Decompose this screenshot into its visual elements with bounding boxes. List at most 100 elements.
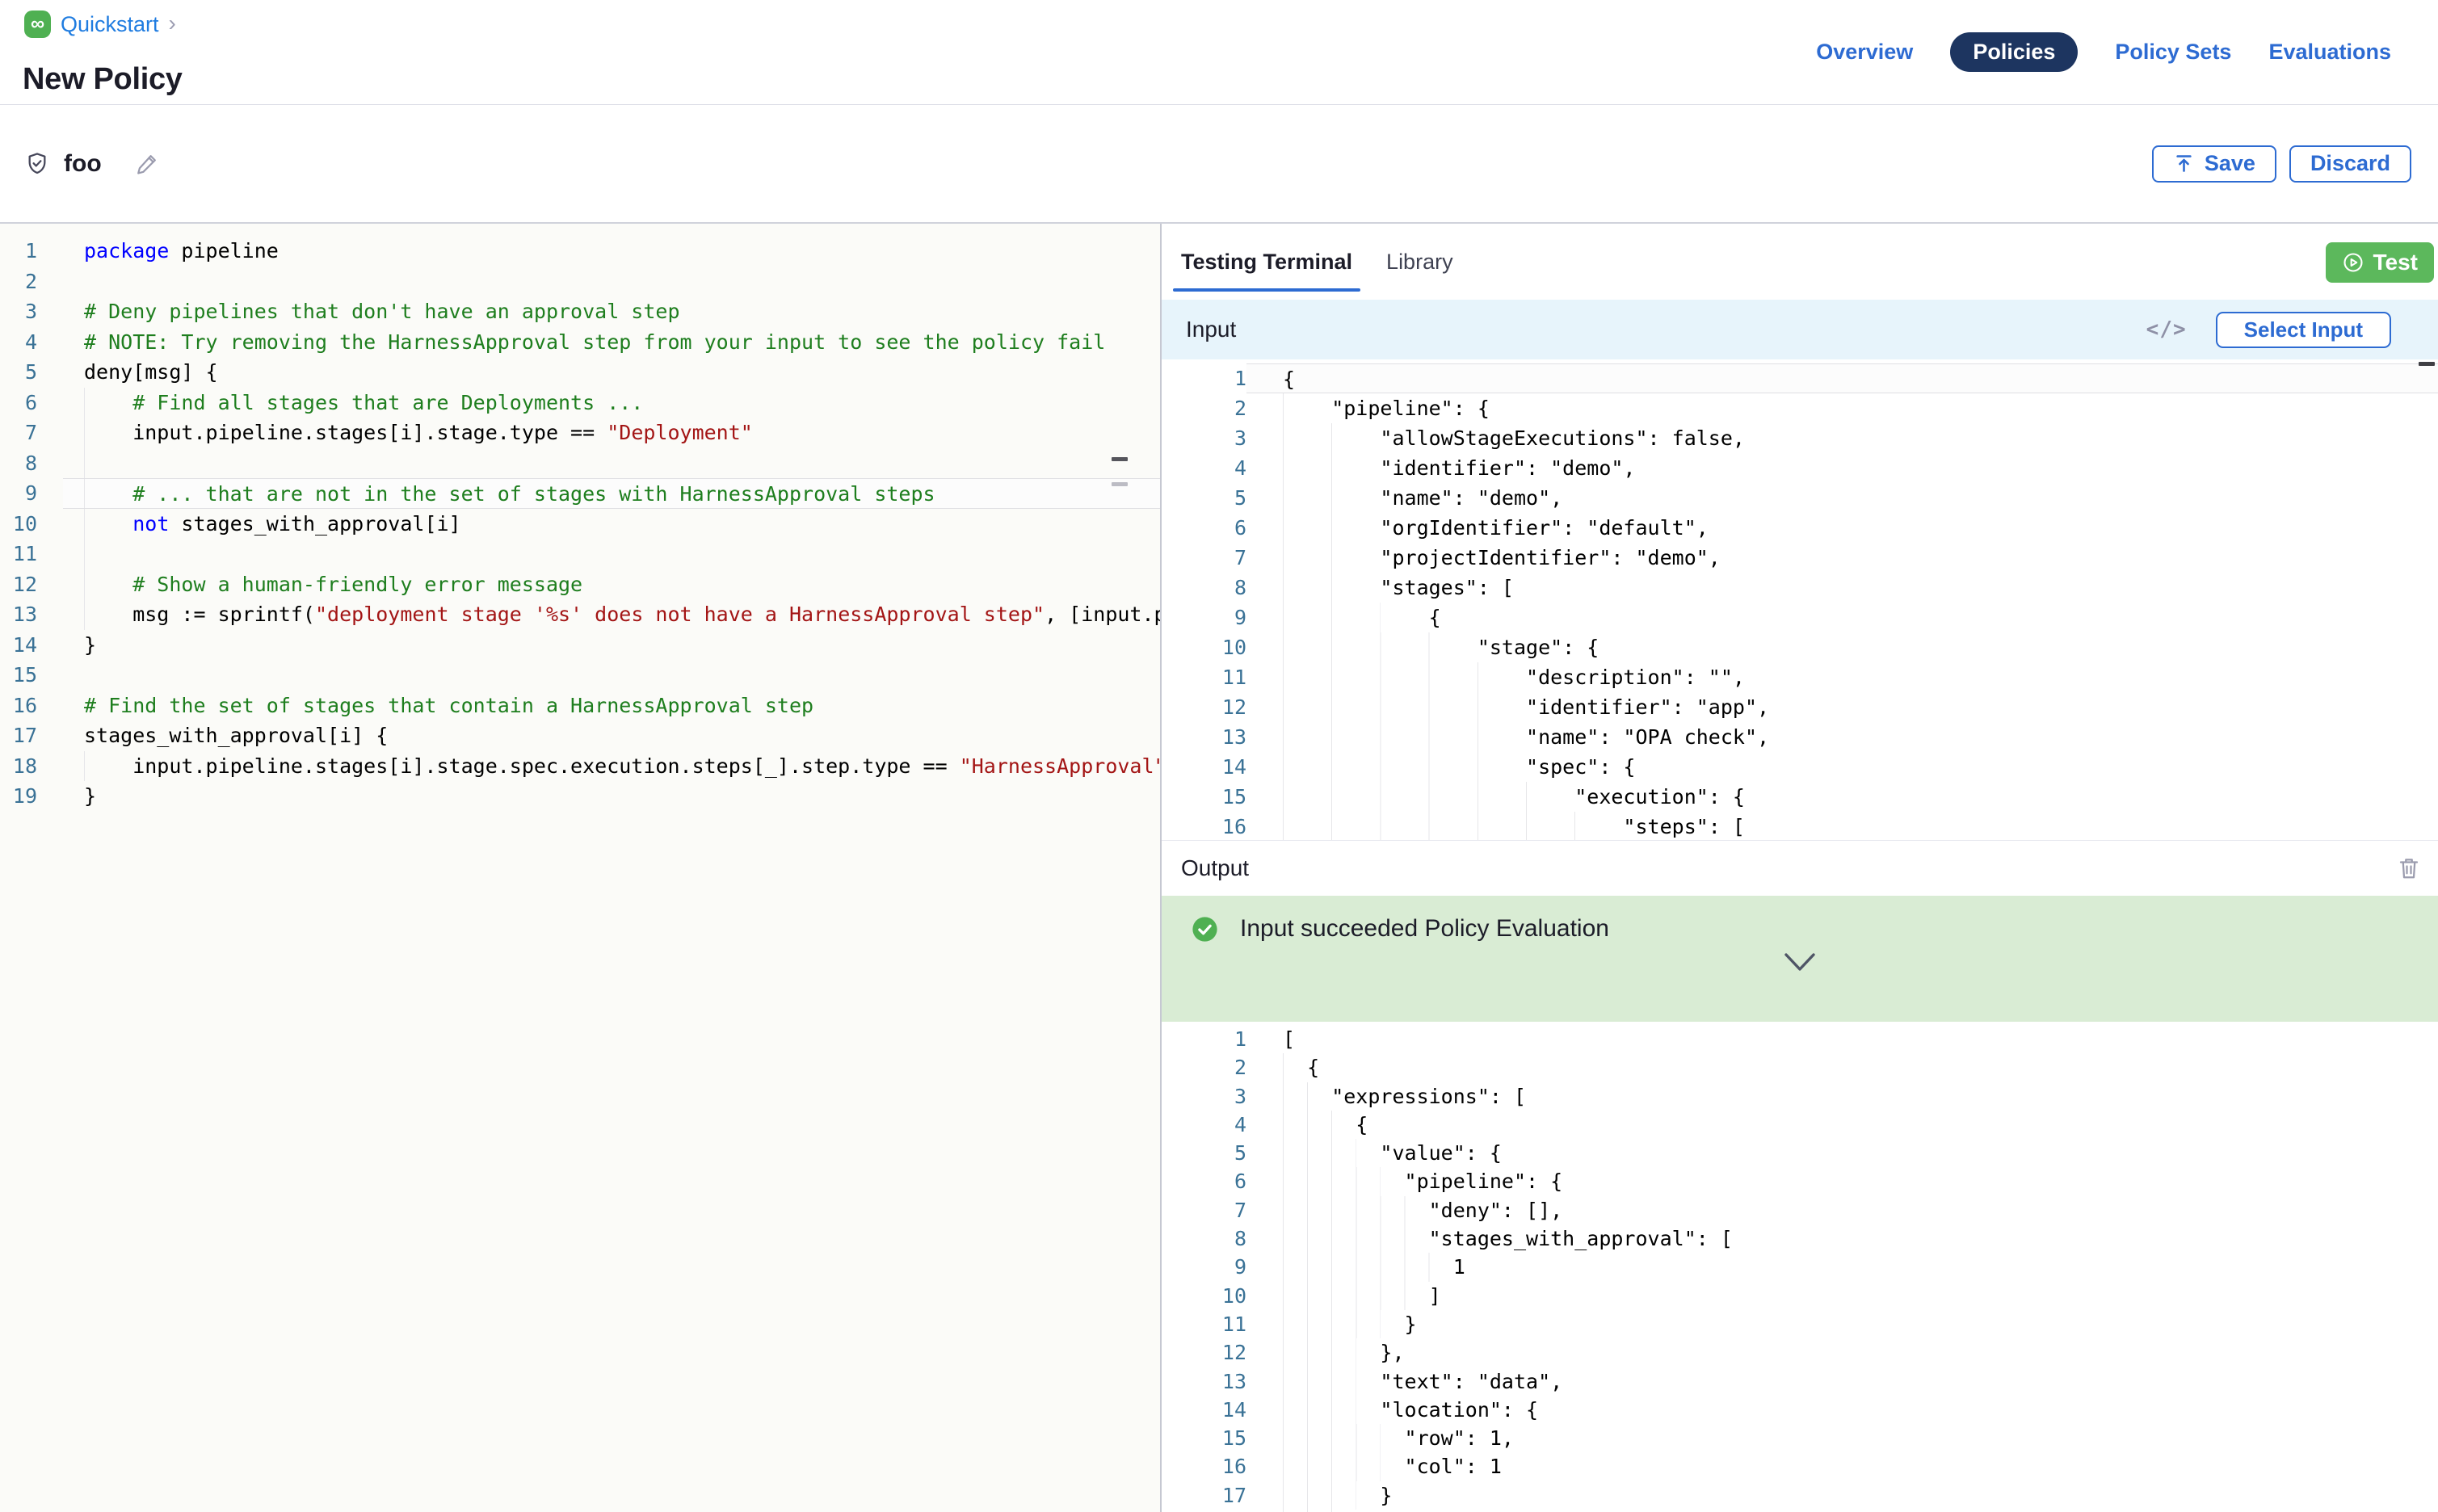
code-line[interactable]: 4 {: [1162, 1111, 2438, 1139]
banner-row: Input succeeded Policy Evaluation: [1162, 915, 2438, 943]
code-line[interactable]: 2: [0, 267, 1160, 297]
tab-testing-terminal[interactable]: Testing Terminal: [1173, 224, 1360, 300]
input-json-editor[interactable]: 1{2 "pipeline": {3 "allowStageExecutions…: [1162, 363, 2438, 840]
code-line[interactable]: 6 "orgIdentifier": "default",: [1162, 513, 2438, 543]
code-line[interactable]: 3# Deny pipelines that don't have an app…: [0, 296, 1160, 327]
code-line[interactable]: 5 "value": {: [1162, 1139, 2438, 1167]
indent-guides: [1283, 603, 1381, 632]
line-number: 16: [0, 691, 37, 721]
code-line[interactable]: 10 ]: [1162, 1282, 2438, 1310]
nav-tab-evaluations[interactable]: Evaluations: [2268, 40, 2391, 65]
line-number: 10: [1162, 632, 1246, 662]
code-line[interactable]: 15 "execution": {: [1162, 782, 2438, 812]
code-line[interactable]: 8 "stages_with_approval": [: [1162, 1224, 2438, 1253]
code-text: # Find the set of stages that contain a …: [84, 694, 813, 717]
code-text: {: [1283, 1056, 1319, 1079]
nav-tab-policy-sets[interactable]: Policy Sets: [2115, 40, 2231, 65]
indent-guides: [1283, 573, 1332, 603]
test-button[interactable]: Test: [2326, 242, 2435, 283]
code-line[interactable]: 15 "row": 1,: [1162, 1424, 2438, 1452]
line-number: 15: [1162, 782, 1246, 812]
code-line[interactable]: 16 "steps": [: [1162, 812, 2438, 840]
code-line[interactable]: 12 # Show a human-friendly error message: [0, 569, 1160, 600]
code-line[interactable]: 12 },: [1162, 1338, 2438, 1367]
code-line[interactable]: 1[: [1162, 1025, 2438, 1053]
code-line[interactable]: 4# NOTE: Try removing the HarnessApprova…: [0, 327, 1160, 358]
code-text: }: [84, 784, 96, 808]
code-line[interactable]: 16 "col": 1: [1162, 1452, 2438, 1480]
indent-guides: [1283, 1139, 1356, 1167]
code-line[interactable]: 8 "stages": [: [1162, 573, 2438, 603]
success-check-icon: [1192, 916, 1218, 943]
new-policy-page: ∞ Quickstart › New Policy OverviewPolici…: [0, 0, 2438, 1512]
code-line[interactable]: 19}: [0, 781, 1160, 812]
indent-guides: [1283, 1253, 1430, 1281]
code-line[interactable]: 4 "identifier": "demo",: [1162, 453, 2438, 483]
line-number: 5: [0, 357, 37, 388]
code-line[interactable]: 13 msg := sprintf("deployment stage '%s'…: [0, 599, 1160, 630]
code-line[interactable]: 9 1: [1162, 1253, 2438, 1281]
line-number: 4: [1162, 1111, 1246, 1139]
nav-tab-policies[interactable]: Policies: [1950, 32, 2078, 72]
clear-output-trash-icon[interactable]: [2397, 855, 2421, 882]
code-line[interactable]: 7 "projectIdentifier": "demo",: [1162, 543, 2438, 573]
code-line[interactable]: 5 "name": "demo",: [1162, 483, 2438, 513]
output-json-editor[interactable]: 1[2 {3 "expressions": [4 {5 "value": {6 …: [1162, 1025, 2438, 1512]
indent-guides: [1283, 543, 1332, 573]
nav-tab-overview[interactable]: Overview: [1816, 40, 1913, 65]
code-line[interactable]: 3 "allowStageExecutions": false,: [1162, 423, 2438, 453]
code-line[interactable]: 14}: [0, 630, 1160, 661]
line-number: 11: [1162, 662, 1246, 692]
indent-guides: [1283, 1196, 1406, 1224]
code-line[interactable]: 2 {: [1162, 1053, 2438, 1082]
code-view-icon[interactable]: </>: [2146, 317, 2187, 342]
code-line[interactable]: 17 }: [1162, 1481, 2438, 1510]
policy-code-editor[interactable]: 1package pipeline23# Deny pipelines that…: [0, 236, 1160, 812]
code-line[interactable]: 11 "description": "",: [1162, 662, 2438, 692]
line-number: 6: [1162, 1167, 1246, 1195]
discard-button[interactable]: Discard: [2289, 145, 2411, 183]
line-number: 2: [1162, 1053, 1246, 1082]
code-line[interactable]: 7 input.pipeline.stages[i].stage.type ==…: [0, 418, 1160, 448]
code-line[interactable]: 13 "text": "data",: [1162, 1367, 2438, 1396]
code-line[interactable]: 17stages_with_approval[i] {: [0, 720, 1160, 751]
code-line[interactable]: 12 "identifier": "app",: [1162, 692, 2438, 722]
save-button[interactable]: Save: [2152, 145, 2276, 183]
code-line[interactable]: 13 "name": "OPA check",: [1162, 722, 2438, 752]
code-line[interactable]: 7 "deny": [],: [1162, 1196, 2438, 1224]
breadcrumb-link-quickstart[interactable]: Quickstart: [61, 12, 159, 37]
policy-name: foo: [64, 150, 102, 178]
indent-guides: [1283, 1310, 1381, 1338]
code-line[interactable]: 11: [0, 539, 1160, 569]
code-line[interactable]: 14 "location": {: [1162, 1396, 2438, 1424]
code-line[interactable]: 3 "expressions": [: [1162, 1082, 2438, 1111]
code-line[interactable]: 18 input.pipeline.stages[i].stage.spec.e…: [0, 751, 1160, 782]
tab-library[interactable]: Library: [1378, 224, 1461, 300]
code-line[interactable]: 14 "spec": {: [1162, 752, 2438, 782]
code-line[interactable]: 10 "stage": {: [1162, 632, 2438, 662]
code-text: # Find all stages that are Deployments .…: [84, 391, 643, 414]
indent-guides: [1283, 423, 1332, 453]
code-line[interactable]: 5deny[msg] {: [0, 357, 1160, 388]
indent-guides: [1283, 752, 1478, 782]
code-line[interactable]: 9 # ... that are not in the set of stage…: [0, 478, 1160, 509]
code-line[interactable]: 8: [0, 448, 1160, 479]
code-line[interactable]: 6 "pipeline": {: [1162, 1167, 2438, 1195]
code-text: input.pipeline.stages[i].stage.spec.exec…: [84, 754, 1160, 778]
indent-guides: [84, 448, 85, 479]
indent-guides: [1283, 1224, 1406, 1253]
code-line[interactable]: 9 {: [1162, 603, 2438, 632]
code-line[interactable]: 2 "pipeline": {: [1162, 393, 2438, 423]
code-line[interactable]: 15: [0, 660, 1160, 691]
code-line[interactable]: 6 # Find all stages that are Deployments…: [0, 388, 1160, 418]
code-line[interactable]: 1{: [1162, 363, 2438, 393]
code-line[interactable]: 1package pipeline: [0, 236, 1160, 267]
code-line[interactable]: 10 not stages_with_approval[i]: [0, 509, 1160, 540]
select-input-button[interactable]: Select Input: [2216, 312, 2391, 348]
indent-guides: [1283, 692, 1478, 722]
edit-name-pencil-icon[interactable]: [134, 150, 161, 177]
code-line[interactable]: 16 # Find the set of stages that contain …: [0, 691, 1160, 721]
code-line[interactable]: 11 }: [1162, 1310, 2438, 1338]
expand-details-chevron-icon[interactable]: [1162, 951, 2438, 973]
harness-logo-icon[interactable]: ∞: [24, 10, 51, 38]
